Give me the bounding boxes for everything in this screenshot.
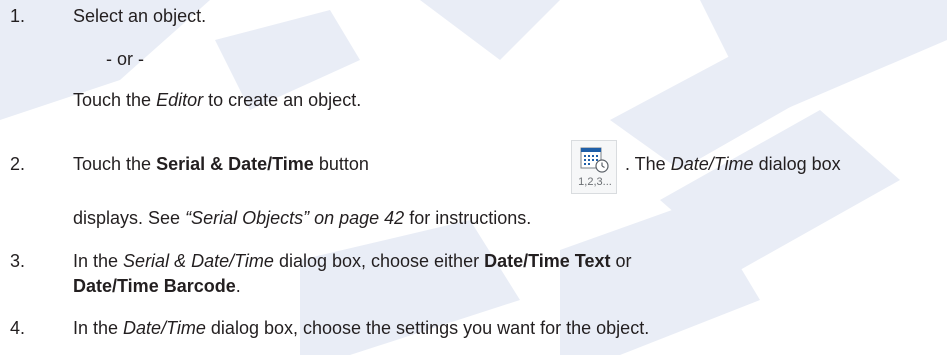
step-text: Select an object. (73, 6, 207, 26)
step-number: 3. (10, 251, 26, 271)
step-text: Touch the Serial & Date/Time button (73, 154, 369, 174)
date-time-dialog-term: Date/Time (123, 318, 206, 338)
editor-term: Editor (156, 90, 204, 110)
step-2-cont: . The Date/Time dialog box (625, 154, 841, 174)
step-number: 2. (10, 154, 26, 174)
serial-date-time-button[interactable]: 1,2,3... (571, 140, 617, 194)
or-separator: - or - (106, 47, 144, 71)
step-text: In the Date/Time dialog box, choose the … (73, 318, 650, 338)
or-text: - or - (106, 49, 144, 69)
step-number: 4. (10, 318, 26, 338)
step-text: In the Serial & Date/Time dialog box, ch… (73, 251, 632, 271)
step-1-alt: Touch the Editor to create an object. (73, 90, 362, 110)
date-time-barcode-term: Date/Time Barcode (73, 276, 236, 296)
date-time-text-term: Date/Time Text (484, 251, 611, 271)
serial-date-time-term: Serial & Date/Time (156, 154, 314, 174)
step-2-line2: displays. See “Serial Objects” on page 4… (73, 208, 532, 228)
icon-caption: 1,2,3... (578, 176, 612, 188)
step-number: 1. (10, 6, 26, 26)
calendar-clock-icon (580, 147, 609, 173)
step-3-line2: Date/Time Barcode. (73, 276, 241, 296)
date-time-term: Date/Time (670, 154, 754, 174)
serial-objects-link[interactable]: “Serial Objects” on page 42 (185, 208, 404, 228)
serial-date-time-dialog-term: Serial & Date/Time (123, 251, 274, 271)
